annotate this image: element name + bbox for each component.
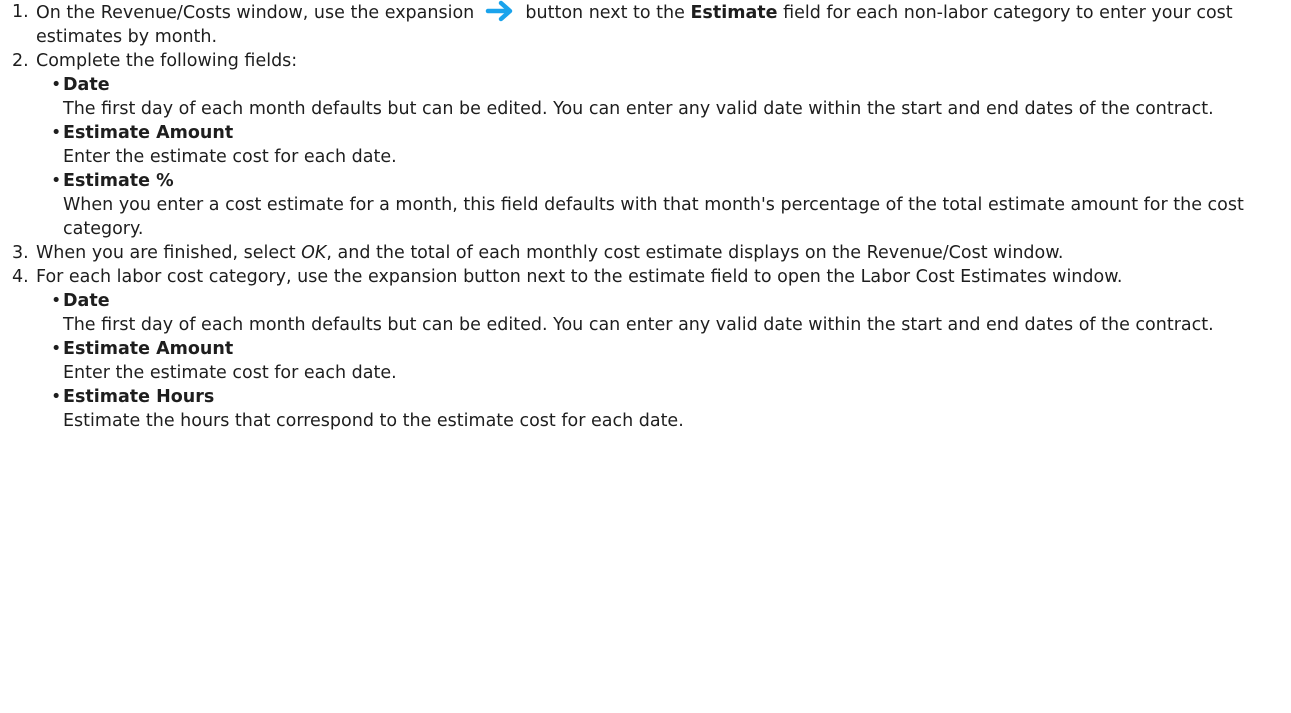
field-term: Estimate % [63, 171, 174, 191]
bullet-icon: • [51, 75, 62, 95]
field-description: Enter the estimate cost for each date. [63, 363, 397, 383]
step-text: Complete the following fields: [36, 51, 298, 71]
steps-list: 1. On the Revenue/Costs window, use the … [0, 0, 1291, 433]
step-4-fields: • Date The first day of each month defau… [0, 289, 1291, 433]
field-description: Enter the estimate cost for each date. [63, 147, 397, 167]
ui-label-ok: OK [301, 243, 327, 263]
bullet-icon: • [51, 291, 62, 311]
field-term: Estimate Hours [63, 387, 215, 407]
bullet-icon: • [51, 171, 62, 191]
step-number: 3. [12, 243, 29, 263]
field-term: Estimate Amount [63, 123, 234, 143]
list-item: • Estimate Amount Enter the estimate cos… [0, 337, 1291, 385]
step-number: 4. [12, 267, 29, 287]
bullet-icon: • [51, 123, 62, 143]
step-text: When you are finished, select OK, and th… [36, 241, 1291, 265]
field-term: Estimate Amount [63, 339, 234, 359]
bullet-icon: • [51, 339, 62, 359]
field-list: • Date The first day of each month defau… [0, 289, 1291, 433]
field-description: When you enter a cost estimate for a mon… [63, 195, 1244, 239]
step-number: 1. [12, 2, 29, 22]
field-description: The first day of each month defaults but… [63, 99, 1214, 119]
step-text-middle: button next to the [525, 3, 685, 23]
list-item: • Estimate Hours Estimate the hours that… [0, 385, 1291, 433]
document: 1. On the Revenue/Costs window, use the … [0, 0, 1291, 713]
step-text-before: On the Revenue/Costs window, use the exp… [36, 3, 475, 23]
step-3: 3. When you are finished, select OK, and… [0, 241, 1291, 265]
step-text-after: , and the total of each monthly cost est… [326, 243, 1064, 263]
step-text: For each labor cost category, use the ex… [36, 267, 1123, 287]
field-description: Estimate the hours that correspond to th… [63, 411, 684, 431]
list-item: • Date The first day of each month defau… [0, 73, 1291, 121]
field-list: • Date The first day of each month defau… [0, 73, 1291, 241]
step-2: 2. Complete the following fields: [0, 49, 1291, 73]
field-description: The first day of each month defaults but… [63, 315, 1214, 335]
field-name: Estimate [690, 3, 778, 23]
step-text: On the Revenue/Costs window, use the exp… [36, 0, 1291, 49]
step-2-fields: • Date The first day of each month defau… [0, 73, 1291, 241]
step-4: 4. For each labor cost category, use the… [0, 265, 1291, 289]
step-text-before: When you are finished, select [36, 243, 296, 263]
step-1: 1. On the Revenue/Costs window, use the … [0, 0, 1291, 49]
field-term: Date [63, 75, 110, 95]
list-item: • Estimate % When you enter a cost estim… [0, 169, 1291, 241]
bullet-icon: • [51, 387, 62, 407]
list-item: • Estimate Amount Enter the estimate cos… [0, 121, 1291, 169]
field-term: Date [63, 291, 110, 311]
step-number: 2. [12, 51, 29, 71]
arrow-right-icon [485, 0, 513, 22]
list-item: • Date The first day of each month defau… [0, 289, 1291, 337]
